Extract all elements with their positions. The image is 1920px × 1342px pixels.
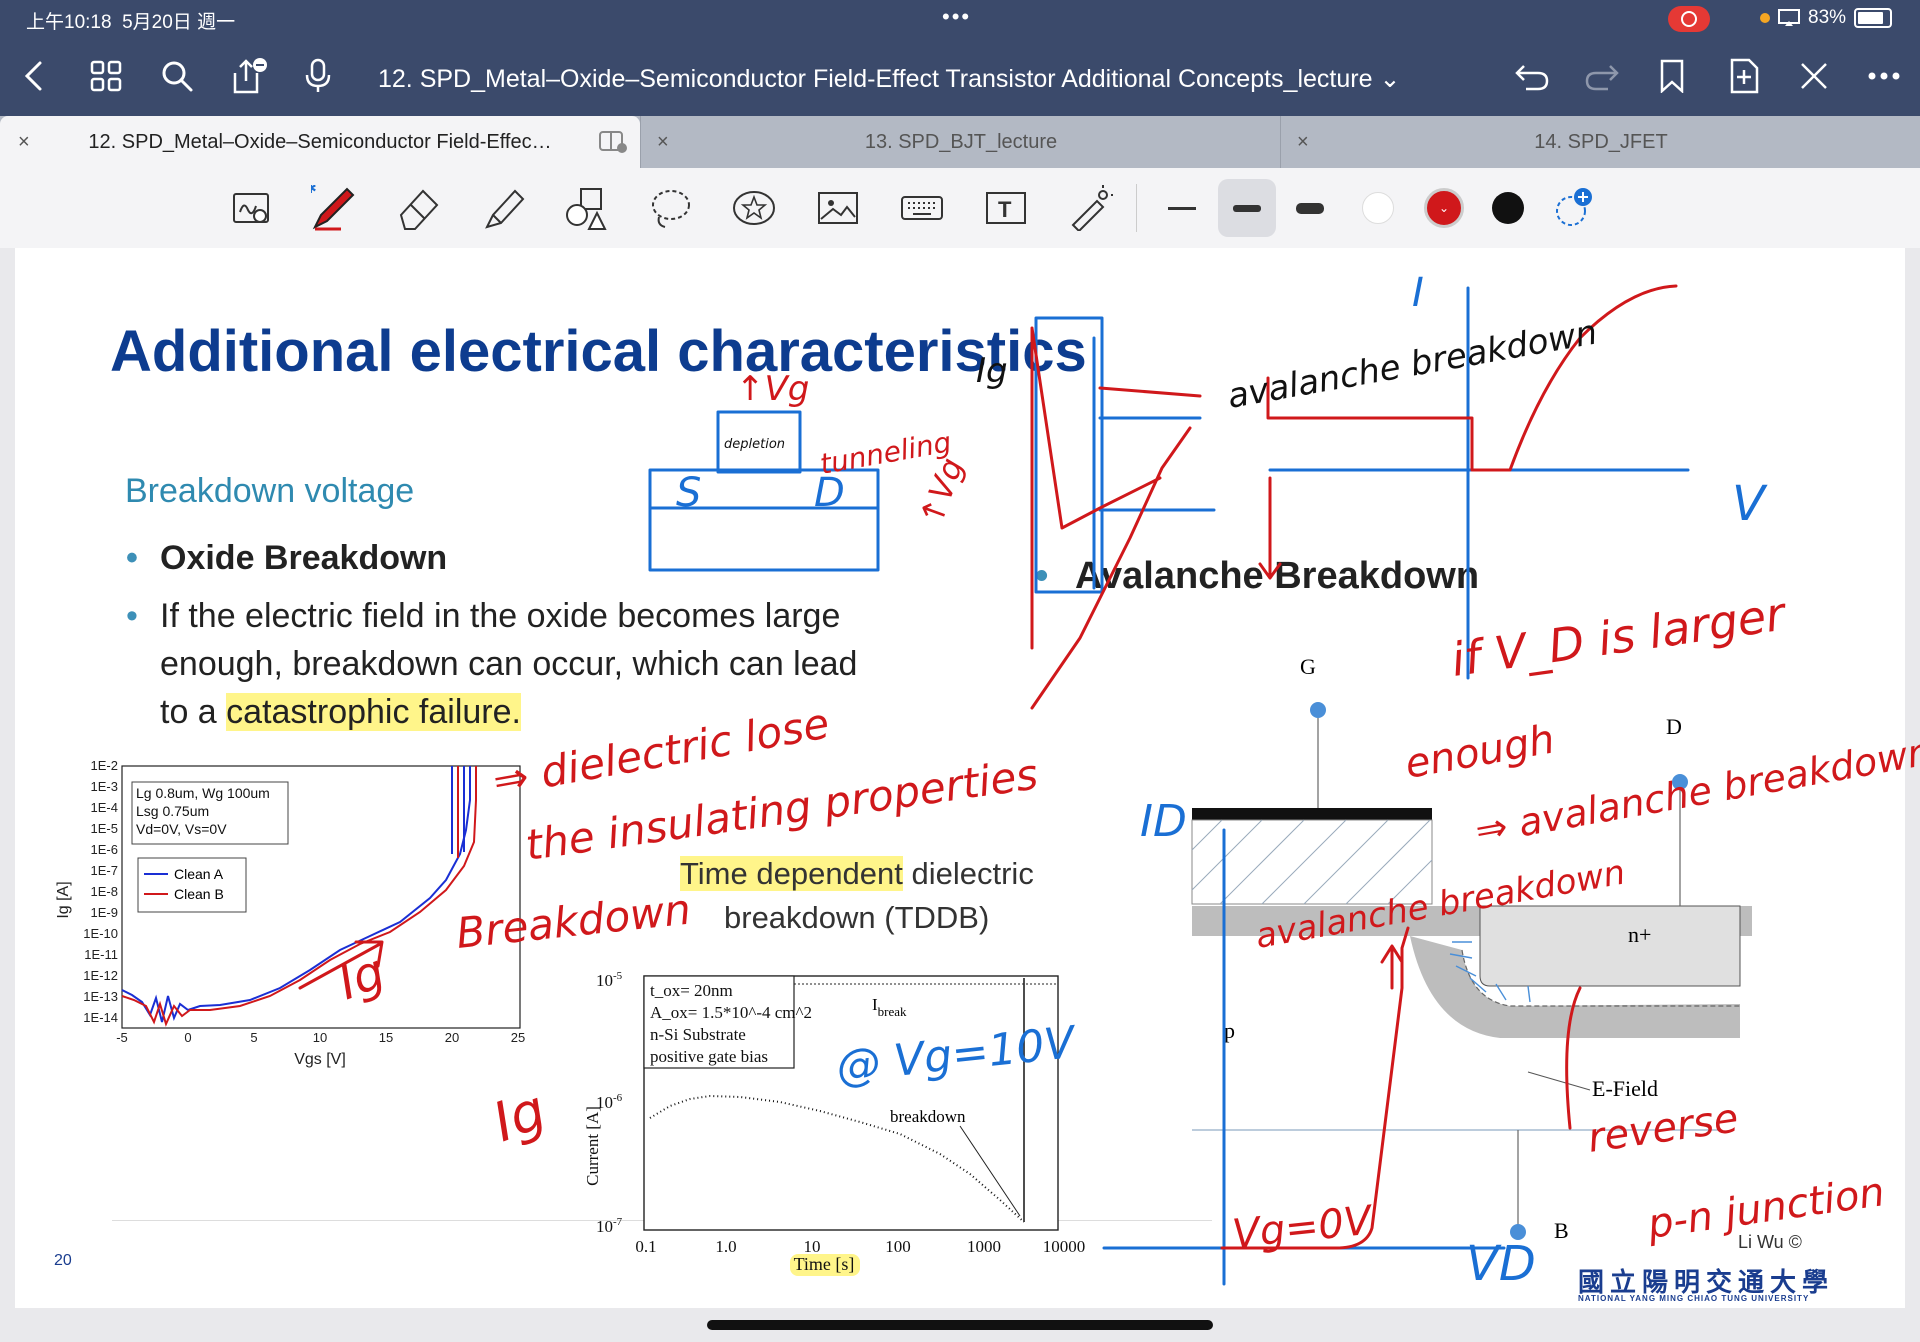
band-diagram-oxide — [1034, 316, 1104, 594]
screen-record-icon[interactable] — [1668, 6, 1710, 32]
ink-tvg-left: ↑Vg — [912, 453, 971, 531]
microphone-icon[interactable] — [296, 54, 340, 98]
status-bar: 上午10:18 5月20日 週一 ••• 83% — [0, 0, 1920, 40]
home-indicator[interactable] — [707, 1320, 1213, 1330]
ink-depletion: depletion — [724, 437, 785, 452]
undo-icon[interactable] — [1510, 54, 1554, 98]
svg-text:T: T — [998, 197, 1012, 222]
ink-axis-v: V — [1732, 476, 1768, 532]
stroke-medium-icon[interactable] — [1218, 179, 1276, 237]
color-red-swatch[interactable]: ⌄ — [1418, 182, 1470, 234]
status-right: 83% — [1760, 7, 1893, 29]
eraser-icon[interactable] — [392, 182, 444, 234]
ink-axis-vd: VD — [1466, 1236, 1536, 1292]
more-icon[interactable] — [1862, 54, 1906, 98]
laser-pointer-icon[interactable] — [1064, 182, 1116, 234]
ink-avalanche-breakdown-black: avalanche breakdown — [1225, 312, 1601, 416]
highlighter-icon[interactable] — [476, 182, 528, 234]
mic-indicator-icon — [1760, 13, 1770, 23]
add-color-icon[interactable] — [1548, 182, 1600, 234]
screen-mirror-icon — [1778, 9, 1800, 26]
ink-avalanche-breakdown: avalanche breakdown — [1253, 852, 1629, 956]
annotation-toolbar: ✱ T ⌄ — [0, 168, 1920, 249]
multitask-dots-icon[interactable]: ••• — [942, 4, 971, 30]
status-time-date: 上午10:18 5月20日 週一 — [26, 12, 236, 33]
battery-percent: 83% — [1808, 7, 1847, 28]
ink-source-s: S — [676, 470, 701, 516]
image-icon[interactable] — [812, 182, 864, 234]
ink-enough: enough — [1402, 716, 1558, 787]
pen-tool-icon[interactable]: ✱ — [308, 182, 360, 234]
document-title-dropdown[interactable]: 12. SPD_Metal–Oxide–Semiconductor Field-… — [378, 64, 1400, 94]
shapes-icon[interactable] — [560, 182, 612, 234]
back-icon[interactable] — [12, 54, 56, 98]
ink-ig-left: Ig — [331, 943, 392, 1011]
ink-axis-i: I — [1412, 270, 1424, 316]
ink-breakdown: Breakdown — [454, 885, 693, 958]
ink-if-vd: if V_D is larger — [1448, 586, 1791, 687]
text-box-icon[interactable]: T — [980, 182, 1032, 234]
color-white-swatch[interactable] — [1352, 182, 1404, 234]
zoom-write-icon[interactable] — [226, 182, 278, 234]
ink-axis-id: ID — [1140, 796, 1187, 847]
grid-view-icon[interactable] — [84, 54, 128, 98]
ink-vg10v: @ Vg=10V — [834, 1017, 1080, 1093]
ink-ig-black: Ig — [976, 351, 1008, 391]
band-curve-1 — [1030, 426, 1192, 710]
document-navbar: 12. SPD_Metal–Oxide–Semiconductor Field-… — [0, 40, 1920, 116]
tab-jfet[interactable]: × 14. SPD_JFET — [1280, 116, 1920, 168]
redo-icon[interactable] — [1580, 54, 1624, 98]
add-page-icon[interactable] — [1722, 54, 1766, 98]
split-view-icon[interactable] — [598, 130, 628, 154]
ink-tvg-top: ↑Vg — [736, 369, 809, 409]
ink-pn-junction: p-n junction — [1644, 1169, 1887, 1248]
search-icon[interactable] — [155, 54, 199, 98]
keyboard-icon[interactable] — [896, 182, 948, 234]
toolbar-divider — [1136, 184, 1137, 232]
share-icon[interactable] — [226, 54, 270, 98]
lasso-icon[interactable] — [644, 182, 696, 234]
id-vd-breakdown-curve — [1220, 926, 1410, 1250]
stroke-thin-icon[interactable] — [1156, 182, 1208, 234]
tab-bar: × 12. SPD_Metal–Oxide–Semiconductor Fiel… — [0, 116, 1920, 168]
ink-ig-bottom: Ig — [485, 1078, 554, 1154]
svg-text:✱: ✱ — [311, 185, 317, 196]
color-black-swatch[interactable] — [1482, 182, 1534, 234]
stroke-thick-icon[interactable] — [1284, 182, 1336, 234]
tab-bjt-lecture[interactable]: × 13. SPD_BJT_lecture — [640, 116, 1281, 168]
battery-icon — [1854, 8, 1893, 28]
tab-mosfet-lecture[interactable]: × 12. SPD_Metal–Oxide–Semiconductor Fiel… — [0, 116, 640, 168]
bookmark-icon[interactable] — [1650, 54, 1694, 98]
ink-annotation-layer: ↑Vg tunneling ↑Vg depletion ⇒ dielectric… — [298, 270, 1920, 1292]
ink-reverse: reverse — [1585, 1095, 1741, 1162]
tools-icon[interactable] — [1792, 54, 1836, 98]
ink-drain-d: D — [814, 470, 845, 516]
sticker-icon[interactable] — [728, 182, 780, 234]
